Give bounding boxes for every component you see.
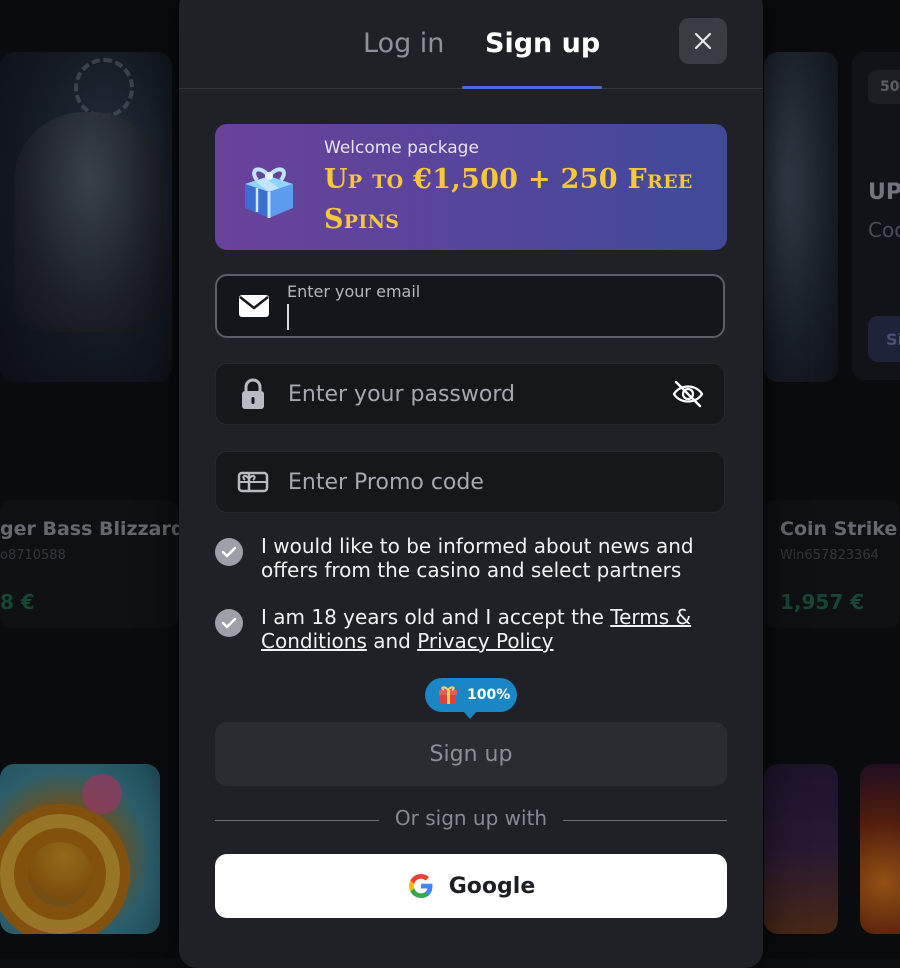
google-signup-button[interactable]: Google	[215, 854, 727, 918]
age-terms-prefix: I am 18 years old and I accept the	[261, 605, 611, 629]
close-icon	[694, 32, 712, 50]
tab-signup[interactable]: Sign up	[485, 28, 600, 59]
news-consent-text: I would like to be informed about news a…	[261, 534, 694, 582]
checkmark-icon	[221, 546, 237, 558]
google-button-label: Google	[448, 873, 536, 899]
google-g-icon	[408, 874, 433, 898]
age-terms-text: I am 18 years old and I accept the Terms…	[261, 605, 701, 653]
email-field[interactable]: Enter your email	[215, 274, 725, 338]
auth-tabs: Log in Sign up	[179, 0, 763, 89]
email-field-label: Enter your email	[287, 282, 421, 301]
bonus-bubble: 100%	[425, 678, 517, 719]
close-button[interactable]	[679, 18, 727, 64]
news-consent-checkbox[interactable]	[215, 538, 243, 566]
welcome-package-banner: Welcome package Up to €1,500 + 250 Free …	[215, 124, 727, 250]
social-divider: Or sign up with	[215, 806, 727, 832]
password-placeholder: Enter your password	[288, 382, 515, 407]
banner-headline: Up to €1,500 + 250 Free Spins	[324, 164, 693, 235]
privacy-policy-link[interactable]: Privacy Policy	[417, 629, 553, 653]
divider-text: Or sign up with	[394, 806, 548, 830]
promo-code-field[interactable]: Enter Promo code	[215, 451, 725, 513]
age-terms-middle: and	[366, 629, 418, 653]
signup-button[interactable]: Sign up	[215, 722, 727, 786]
promo-code-placeholder: Enter Promo code	[288, 470, 484, 495]
signup-modal: Log in Sign up Welcome package Up to €1,…	[179, 0, 763, 968]
text-cursor	[287, 304, 289, 330]
envelope-icon	[237, 289, 271, 323]
gift-icon	[439, 686, 457, 704]
divider-line	[563, 820, 727, 821]
lock-icon	[236, 377, 270, 411]
tab-login[interactable]: Log in	[363, 28, 444, 59]
checkmark-icon	[221, 617, 237, 629]
gift-box-icon	[245, 167, 293, 218]
age-terms-checkbox[interactable]	[215, 609, 243, 637]
ticket-icon	[236, 465, 270, 499]
banner-eyebrow: Welcome package	[324, 138, 479, 158]
bonus-percent: 100%	[467, 687, 511, 703]
password-field[interactable]: Enter your password	[215, 363, 725, 425]
eye-off-icon[interactable]	[670, 376, 706, 412]
active-tab-indicator	[462, 86, 602, 89]
